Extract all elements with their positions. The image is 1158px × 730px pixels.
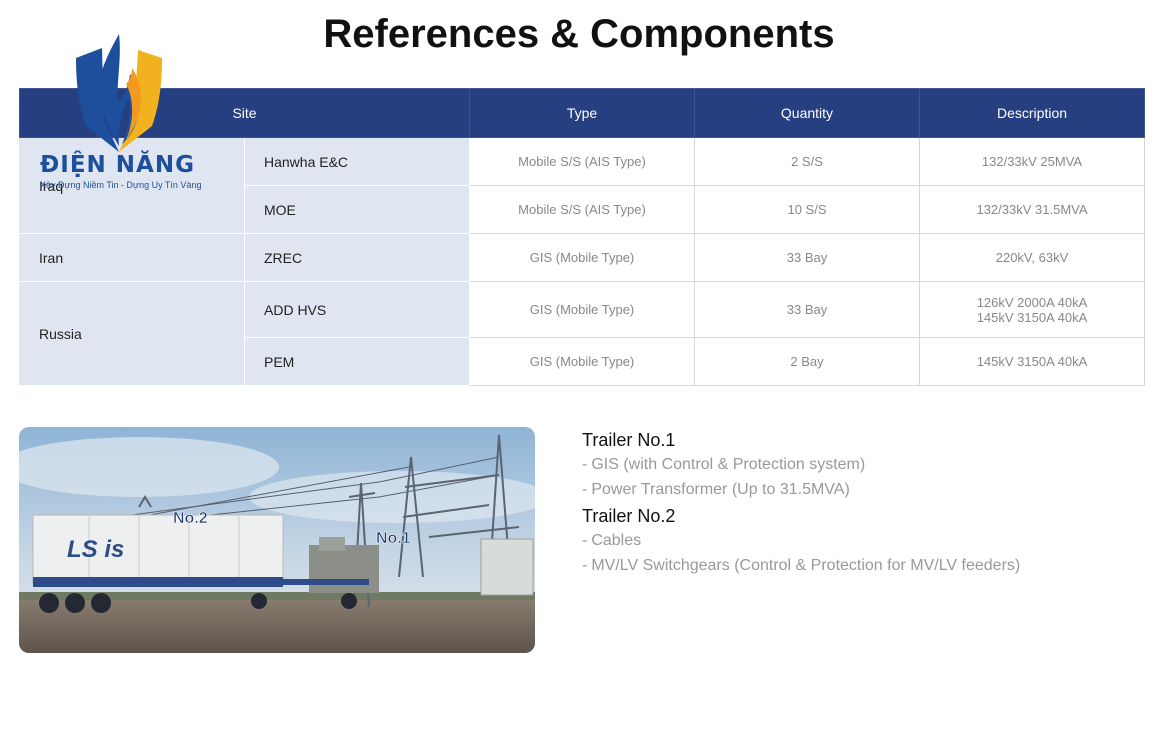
- list-item: - Cables: [582, 532, 642, 549]
- quantity-cell: 2 Bay: [694, 337, 920, 386]
- site-name: PEM: [244, 337, 470, 386]
- trailer-info: Trailer No.1 - GIS (with Control & Protec…: [582, 428, 1142, 580]
- trailer-brand-text: LS is: [67, 536, 124, 563]
- type-cell: GIS (Mobile Type): [469, 337, 695, 386]
- list-item: - Power Transformer (Up to 31.5MVA): [582, 481, 850, 498]
- references-table: Site Type Quantity Description Iraq Hanw…: [19, 88, 1145, 386]
- header-type: Type: [469, 88, 695, 138]
- header-description: Description: [919, 88, 1145, 138]
- site-name: Hanwha E&C: [244, 137, 470, 186]
- trailer-no1-title: Trailer No.1: [582, 430, 676, 450]
- header-quantity: Quantity: [694, 88, 920, 138]
- list-item-text: Power Transformer (Up to 31.5MVA): [591, 481, 850, 498]
- site-name: MOE: [244, 185, 470, 234]
- description-line: 126kV 2000A 40kA: [976, 294, 1088, 310]
- quantity-cell: 33 Bay: [694, 281, 920, 338]
- type-cell: GIS (Mobile Type): [469, 281, 695, 338]
- site-name: ADD HVS: [244, 281, 470, 338]
- table-row: Russia ADD HVS GIS (Mobile Type) 33 Bay …: [19, 281, 1145, 386]
- trailer-no2-list: - Cables - MV/LV Switchgears (Control & Pr…: [582, 528, 1142, 578]
- list-item: - GIS (with Control & Protection system): [582, 456, 866, 473]
- list-item-text: MV/LV Switchgears (Control & Protection …: [591, 557, 1021, 574]
- type-cell: Mobile S/S (AIS Type): [469, 137, 695, 186]
- list-item-text: GIS (with Control & Protection system): [591, 456, 866, 473]
- mobile-substation-photo: LS is No.2 No.1: [19, 427, 535, 653]
- description-cell: 145kV 3150A 40kA: [919, 337, 1145, 386]
- list-item-text: Cables: [591, 532, 642, 549]
- list-item: - MV/LV Switchgears (Control & Protection…: [582, 557, 1021, 574]
- type-cell: Mobile S/S (AIS Type): [469, 185, 695, 234]
- site-country: Iraq: [19, 137, 245, 234]
- site-name: ZREC: [244, 233, 470, 282]
- description-cell: 132/33kV 25MVA: [919, 137, 1145, 186]
- quantity-cell: 10 S/S: [694, 185, 920, 234]
- trailer-label-no2: No.2: [173, 510, 208, 527]
- quantity-cell: 33 Bay: [694, 233, 920, 282]
- table-row: Iraq Hanwha E&C Mobile S/S (AIS Type) 2 …: [19, 137, 1145, 234]
- table-row: Iran ZREC GIS (Mobile Type) 33 Bay 220kV…: [19, 233, 1145, 282]
- description-cell: 220kV, 63kV: [919, 233, 1145, 282]
- trailer-no1-list: - GIS (with Control & Protection system) …: [582, 452, 1142, 502]
- type-cell: GIS (Mobile Type): [469, 233, 695, 282]
- site-country: Russia: [19, 281, 245, 386]
- description-cell: 126kV 2000A 40kA 145kV 3150A 40kA: [919, 281, 1145, 338]
- description-cell: 132/33kV 31.5MVA: [919, 185, 1145, 234]
- description-line: 145kV 3150A 40kA: [976, 309, 1088, 325]
- header-site: Site: [19, 88, 470, 138]
- trailer-no2-title: Trailer No.2: [582, 506, 676, 526]
- table-header-row: Site Type Quantity Description: [19, 88, 1145, 138]
- trailer-label-no1: No.1: [376, 530, 411, 547]
- quantity-cell: 2 S/S: [694, 137, 920, 186]
- page-title: References & Components: [323, 12, 835, 56]
- site-country: Iran: [19, 233, 245, 282]
